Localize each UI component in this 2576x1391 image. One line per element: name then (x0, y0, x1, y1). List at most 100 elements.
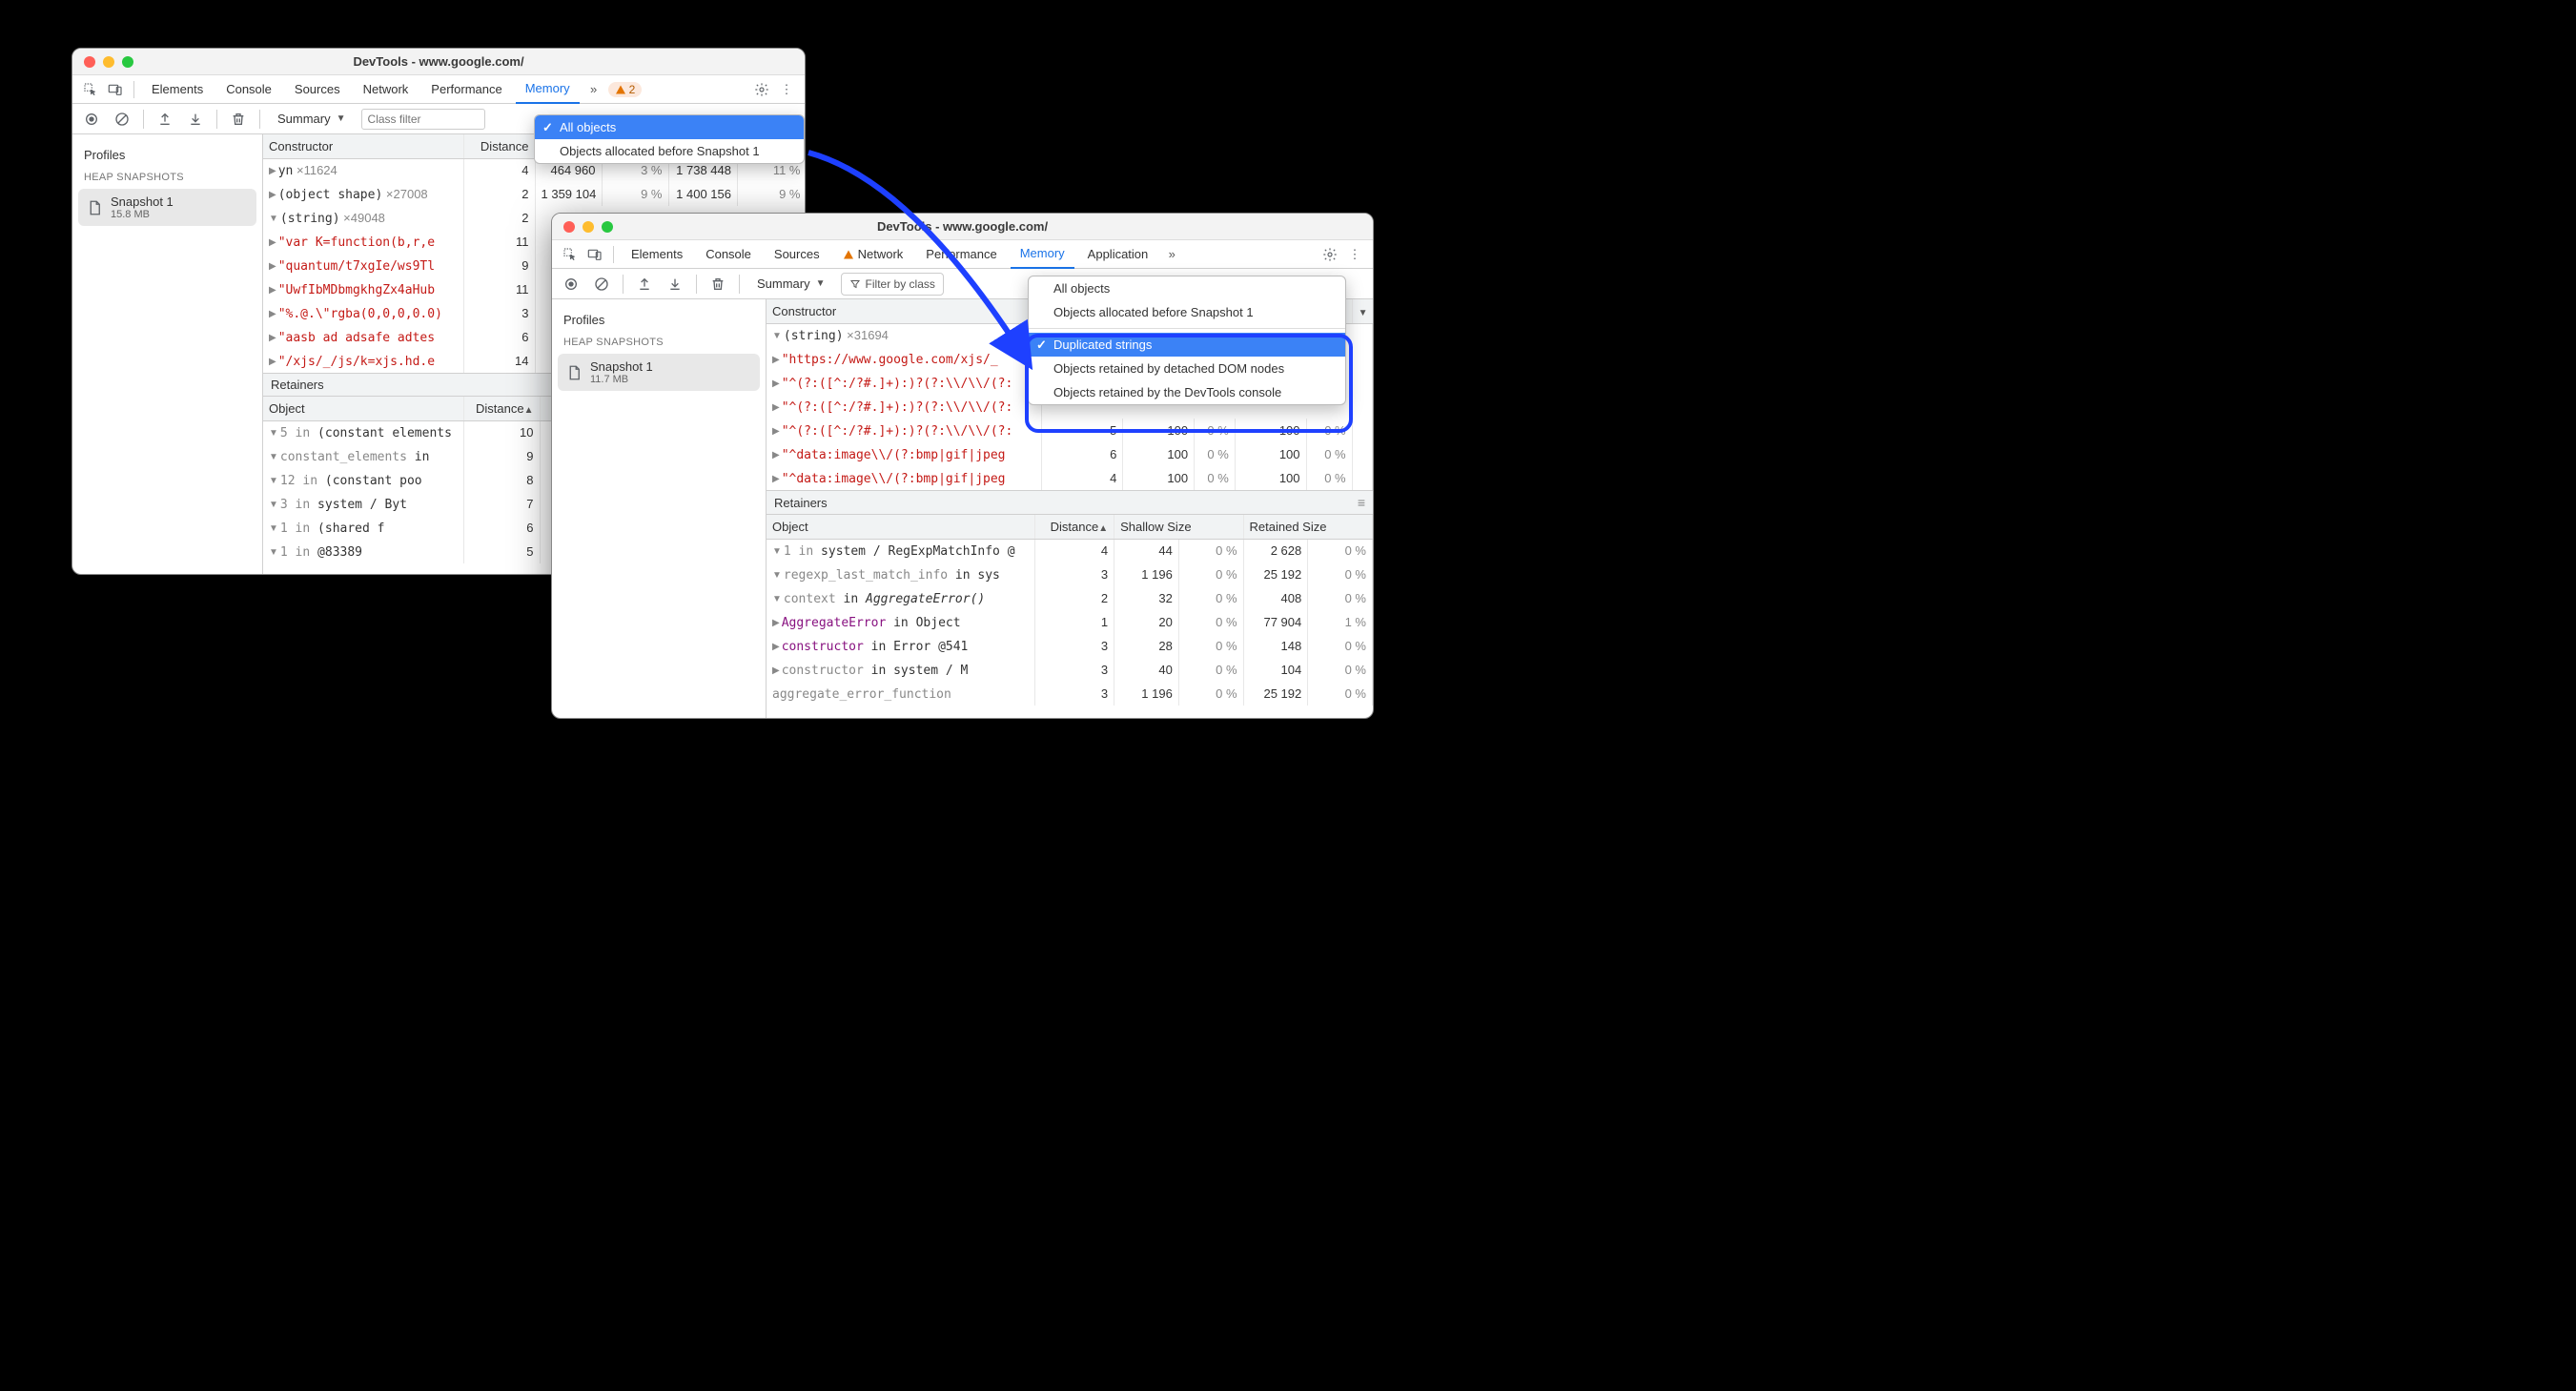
dropdown-item[interactable]: Objects retained by detached DOM nodes (1029, 357, 1345, 380)
filter-icon (849, 278, 861, 290)
tab-network[interactable]: Network (354, 75, 419, 104)
kebab-icon[interactable]: ⋮ (1344, 244, 1365, 265)
view-label: Summary (277, 112, 331, 126)
table-row[interactable]: aggregate_error_function31 1960 %25 1920… (767, 682, 1373, 706)
upload-icon[interactable] (633, 273, 656, 296)
table-row[interactable]: ▼context in AggregateError()2320 %4080 % (767, 586, 1373, 610)
separator (133, 81, 134, 98)
gear-icon[interactable] (751, 79, 772, 100)
col-constructor[interactable]: Constructor (767, 299, 1041, 323)
tab-console[interactable]: Console (696, 240, 761, 269)
more-tabs-icon[interactable]: » (583, 79, 604, 100)
record-icon[interactable] (560, 273, 583, 296)
tab-application[interactable]: Application (1078, 240, 1158, 269)
dropdown-item[interactable]: Objects allocated before Snapshot 1 (1029, 300, 1345, 324)
download-icon[interactable] (664, 273, 686, 296)
object-filter-dropdown[interactable]: All objects Objects allocated before Sna… (534, 114, 805, 164)
download-icon[interactable] (184, 108, 207, 131)
more-tabs-icon[interactable]: » (1161, 244, 1182, 265)
filter-by-class-button[interactable]: Filter by class (841, 273, 944, 296)
caret-down-icon[interactable]: ▼ (1359, 308, 1368, 318)
zoom-icon[interactable] (602, 221, 613, 233)
tab-performance[interactable]: Performance (421, 75, 511, 104)
tab-memory[interactable]: Memory (516, 75, 580, 104)
snapshot-name: Snapshot 1 (111, 194, 174, 209)
window-controls (552, 221, 613, 233)
tab-network[interactable]: Network (833, 240, 913, 269)
titlebar: DevTools - www.google.com/ (72, 49, 805, 75)
table-row[interactable]: ▶constructor in Error @5413280 %1480 % (767, 634, 1373, 658)
class-filter-input[interactable] (361, 109, 485, 130)
col-constructor[interactable]: Constructor (263, 134, 463, 158)
clear-icon[interactable] (590, 273, 613, 296)
dropdown-item[interactable]: All objects (1029, 276, 1345, 300)
dropdown-item[interactable]: All objects (535, 115, 804, 139)
heap-snapshots-label: HEAP SNAPSHOTS (552, 333, 766, 352)
tab-sources[interactable]: Sources (765, 240, 829, 269)
table-row[interactable]: ▶"^data:image\\/(?:bmp|gif|jpeg61000 %10… (767, 442, 1373, 466)
warning-badge[interactable]: 2 (608, 82, 643, 97)
tab-memory[interactable]: Memory (1011, 240, 1074, 269)
col-retained[interactable]: Retained Size (1243, 515, 1372, 539)
dropdown-item[interactable]: Duplicated strings (1029, 333, 1345, 357)
retainers-table-header: Object Distance▲ Shallow Size Retained S… (767, 515, 1373, 539)
col-object[interactable]: Object (767, 515, 1034, 539)
tab-elements[interactable]: Elements (142, 75, 213, 104)
minimize-icon[interactable] (583, 221, 594, 233)
heap-snapshots-label: HEAP SNAPSHOTS (72, 168, 262, 187)
dropdown-item[interactable]: Objects retained by the DevTools console (1029, 380, 1345, 404)
table-row[interactable]: ▶AggregateError in Object1200 %77 9041 % (767, 610, 1373, 634)
col-shallow[interactable]: Shallow Size (1114, 515, 1243, 539)
menu-icon[interactable]: ≡ (1358, 495, 1365, 510)
tab-console[interactable]: Console (216, 75, 281, 104)
close-icon[interactable] (84, 56, 95, 68)
warning-count: 2 (629, 83, 636, 96)
device-icon[interactable] (584, 244, 605, 265)
table-row[interactable]: ▶"^(?:([^:/?#.]+):)?(?:\\/\\/(?:51000 %1… (767, 419, 1373, 442)
view-label: Summary (757, 276, 810, 291)
profiles-heading: Profiles (72, 142, 262, 168)
snapshot-item[interactable]: Snapshot 1 11.7 MB (558, 354, 760, 391)
profiles-heading: Profiles (552, 307, 766, 333)
object-filter-dropdown[interactable]: All objects Objects allocated before Sna… (1028, 276, 1346, 405)
window-controls (72, 56, 133, 68)
close-icon[interactable] (563, 221, 575, 233)
file-icon (565, 364, 583, 381)
device-icon[interactable] (105, 79, 126, 100)
tab-performance[interactable]: Performance (916, 240, 1006, 269)
inspect-icon[interactable] (560, 244, 581, 265)
col-object[interactable]: Object (263, 397, 463, 420)
kebab-icon[interactable]: ⋮ (776, 79, 797, 100)
zoom-icon[interactable] (122, 56, 133, 68)
upload-icon[interactable] (153, 108, 176, 131)
gear-icon[interactable] (1319, 244, 1340, 265)
separator (143, 110, 144, 129)
table-row[interactable]: ▶(object shape) ×2700821 359 1049 %1 400… (263, 182, 806, 206)
table-row[interactable]: ▶constructor in system / M3400 %1040 % (767, 658, 1373, 682)
warning-icon (843, 249, 854, 260)
table-row[interactable]: ▼regexp_last_match_info in sys31 1960 %2… (767, 563, 1373, 586)
file-icon (86, 199, 103, 216)
view-select[interactable]: Summary ▼ (270, 108, 354, 131)
tab-elements[interactable]: Elements (622, 240, 692, 269)
tab-sources[interactable]: Sources (285, 75, 350, 104)
col-distance[interactable]: Distance▲ (1034, 515, 1114, 539)
inspect-icon[interactable] (80, 79, 101, 100)
trash-icon[interactable] (706, 273, 729, 296)
window-title: DevTools - www.google.com/ (72, 54, 805, 69)
table-row[interactable]: ▼1 in system / RegExpMatchInfo @4440 %2 … (767, 539, 1373, 563)
dropdown-item[interactable]: Objects allocated before Snapshot 1 (535, 139, 804, 163)
snapshot-size: 15.8 MB (111, 209, 174, 220)
snapshot-item[interactable]: Snapshot 1 15.8 MB (78, 189, 256, 226)
table-row[interactable]: ▶"^data:image\\/(?:bmp|gif|jpeg41000 %10… (767, 466, 1373, 490)
filter-label: Filter by class (866, 277, 935, 291)
trash-icon[interactable] (227, 108, 250, 131)
clear-icon[interactable] (111, 108, 133, 131)
snapshot-size: 11.7 MB (590, 374, 653, 385)
col-distance[interactable]: Distance (463, 134, 535, 158)
minimize-icon[interactable] (103, 56, 114, 68)
window-title: DevTools - www.google.com/ (552, 219, 1373, 234)
view-select[interactable]: Summary ▼ (749, 273, 833, 296)
record-icon[interactable] (80, 108, 103, 131)
col-distance[interactable]: Distance▲ (463, 397, 540, 420)
